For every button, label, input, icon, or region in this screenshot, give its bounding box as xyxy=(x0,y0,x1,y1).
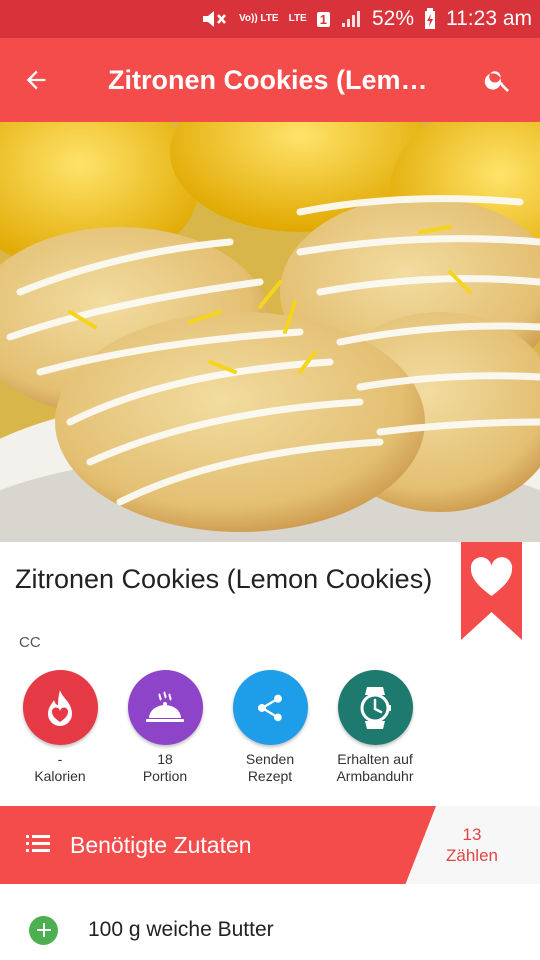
signal-icon xyxy=(340,9,362,29)
arrow-back-icon xyxy=(26,70,46,90)
ingredient-row: 100 g weiche Butter xyxy=(0,900,540,960)
search-button[interactable] xyxy=(456,38,540,122)
status-bar: Vo)) LTE LTE 1 52% 11:23 am xyxy=(0,0,540,38)
ingredients-tab[interactable]: Benötigte Zutaten xyxy=(0,806,436,884)
plus-icon xyxy=(36,923,51,937)
calories-action[interactable]: - Kalorien xyxy=(5,670,115,785)
recipe-photo xyxy=(0,122,540,542)
app-bar: Zitronen Cookies (Lem… xyxy=(0,38,540,122)
sim-badge: 1 xyxy=(316,11,330,27)
back-button[interactable] xyxy=(0,38,72,122)
action-row: - Kalorien 18 Portion Senden Rezept Erha… xyxy=(0,670,540,790)
ingredients-count-label: Zählen xyxy=(446,846,498,865)
serving-cloche-icon xyxy=(146,690,184,722)
share-action[interactable]: Senden Rezept xyxy=(215,670,325,785)
ingredients-count: 13 Zählen xyxy=(440,824,504,866)
recipe-source: CC xyxy=(19,634,41,651)
favorite-bookmark-button[interactable] xyxy=(461,542,522,640)
portion-circle[interactable] xyxy=(127,670,203,745)
calories-circle[interactable] xyxy=(22,670,98,745)
ingredients-count-value: 13 xyxy=(462,825,482,844)
flame-heart-icon xyxy=(48,689,72,726)
portion-label: Portion xyxy=(142,768,188,784)
add-ingredient-button[interactable] xyxy=(29,915,58,945)
watch-action[interactable]: Erhalten auf Armbanduhr xyxy=(320,670,430,785)
watch-label-1: Erhalten auf xyxy=(337,751,413,767)
lte-indicator: LTE xyxy=(288,13,307,24)
share-label-2: Rezept xyxy=(247,768,293,784)
portion-value: 18 xyxy=(157,751,173,767)
volte-indicator: Vo)) LTE xyxy=(238,13,279,24)
page-title: Zitronen Cookies (Lem… xyxy=(108,64,428,95)
ingredients-header: Benötigte Zutaten 13 Zählen xyxy=(0,806,540,884)
list-icon xyxy=(26,833,50,858)
watch-label-2: Armbanduhr xyxy=(336,768,414,784)
calories-value: - xyxy=(57,751,63,767)
share-circle[interactable] xyxy=(232,670,308,745)
watch-circle[interactable] xyxy=(337,670,413,745)
share-label-1: Senden xyxy=(245,751,295,767)
battery-icon xyxy=(424,8,436,30)
watch-icon xyxy=(360,686,391,729)
ingredients-label: Benötigte Zutaten xyxy=(70,831,252,858)
calories-label: Kalorien xyxy=(34,768,86,784)
ingredient-text: 100 g weiche Butter xyxy=(88,918,274,941)
share-icon xyxy=(257,694,282,721)
recipe-title: Zitronen Cookies (Lemon Cookies) xyxy=(15,564,433,594)
battery-percent: 52% xyxy=(371,7,414,30)
mute-icon xyxy=(201,8,229,30)
clock: 11:23 am xyxy=(446,7,532,30)
portion-action[interactable]: 18 Portion xyxy=(110,670,220,785)
search-icon xyxy=(484,71,509,92)
